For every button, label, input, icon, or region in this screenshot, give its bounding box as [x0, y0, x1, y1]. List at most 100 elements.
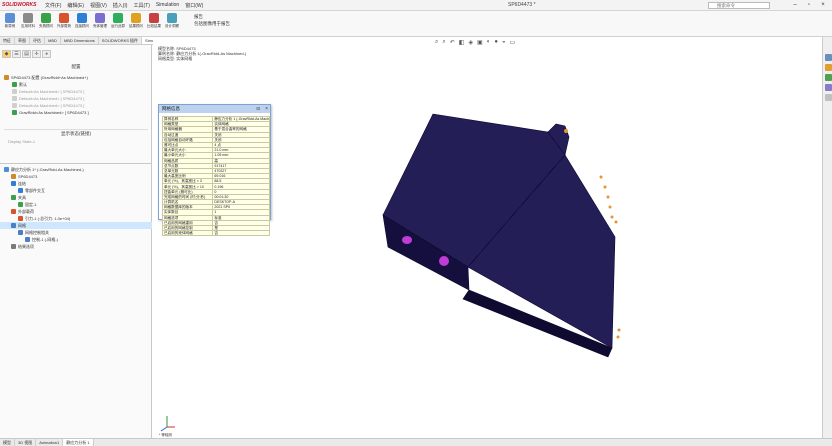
- study-tree-item[interactable]: 连结: [0, 180, 152, 187]
- fixture-icon: [41, 13, 51, 23]
- menu-window[interactable]: 窗口(W): [185, 2, 203, 9]
- title-bar: SOLIDWORKS 文件(F) 编辑(E) 视图(V) 插入(I) 工具(T)…: [0, 0, 832, 11]
- study-root[interactable]: 静应力分析 1* (-GravRidd-As Machined-): [0, 166, 152, 173]
- tab-mbd-dimensions[interactable]: MBD Dimensions: [61, 37, 99, 44]
- menu-insert[interactable]: 插入(I): [113, 2, 128, 9]
- report-button[interactable]: 报告: [194, 13, 230, 20]
- bottom-tab-model[interactable]: 模型: [0, 439, 15, 446]
- display-state-item[interactable]: Display State-1: [8, 139, 35, 144]
- run-study-button[interactable]: 运行此算例: [111, 13, 125, 35]
- close-icon[interactable]: ×: [265, 105, 268, 113]
- pin-icon[interactable]: ⊡: [256, 105, 260, 113]
- bottom-tab-study[interactable]: 静应力分析 1: [63, 439, 94, 446]
- configuration-icon: [12, 82, 17, 87]
- search-input[interactable]: 搜索命令: [708, 2, 770, 9]
- study-tree-item[interactable]: 控制-1 (-网格-): [0, 236, 152, 243]
- dialog-title-bar[interactable]: 网格信息 ⊡ ×: [159, 105, 270, 113]
- display-manager-tab[interactable]: ◕: [42, 50, 51, 58]
- config-label: GravRidd<As Machined> [ SP6D4473 ]: [19, 110, 89, 115]
- connections-button[interactable]: 连接顾问: [75, 13, 89, 35]
- config-item[interactable]: Default<As Machined> [ SP6D4473 ]: [0, 102, 152, 109]
- property-manager-tab[interactable]: ☰: [12, 50, 21, 58]
- study-tree-item[interactable]: 网格: [0, 222, 152, 229]
- results-advisor-button[interactable]: 结果顾问: [129, 13, 143, 35]
- resources-icon[interactable]: [825, 64, 832, 71]
- study-tree-label: 网格: [18, 223, 26, 228]
- minimize-button[interactable]: –: [790, 1, 800, 10]
- tab-features[interactable]: 特征: [0, 37, 15, 44]
- config-item[interactable]: GravRidd<As Machined> [ SP6D4473 ]: [0, 109, 152, 116]
- tab-evaluate[interactable]: 评估: [30, 37, 45, 44]
- task-pane: [822, 37, 832, 438]
- command-manager: 新算例 应用材料 夹具顾问 外部载荷 连接顾问 壳体管理 运行此算例 结果顾问 …: [0, 11, 832, 37]
- left-panel: ◆ ☰ ▤ ✛ ◕ 配置 SP6D4473 配置 (GravRidd+As Ma…: [0, 45, 152, 438]
- configuration-tree: SP6D4473 配置 (GravRidd+As Machined+) 默认 De…: [0, 74, 152, 116]
- menu-tools[interactable]: 工具(T): [133, 2, 149, 9]
- mesh-info-row: 已启用的壳体网格否: [161, 230, 270, 237]
- run-icon: [113, 13, 123, 23]
- view-palette-icon[interactable]: [825, 94, 832, 101]
- mesh-info-key: 完成网格的时间 (时;分;秒): [161, 193, 214, 201]
- menu-view[interactable]: 视图(V): [90, 2, 107, 9]
- bottom-tab-animation[interactable]: Animation1: [36, 439, 64, 446]
- study-tree-item[interactable]: 结果选项: [0, 243, 152, 250]
- include-image-button[interactable]: 包括图像用于报告: [194, 20, 230, 27]
- shell-manager-button[interactable]: 壳体管理: [93, 13, 107, 35]
- menu-file[interactable]: 文件(F): [45, 2, 61, 9]
- fixtures-button[interactable]: 夹具顾问: [39, 13, 53, 35]
- menu-simulation[interactable]: Simulation: [156, 2, 179, 9]
- fixture-icon: [18, 202, 23, 207]
- mesh-details-dialog[interactable]: 网格信息 ⊡ × 算例名称 静应力分析 1 (-GravRidd-As Machi…: [158, 104, 271, 237]
- config-label: 默认: [19, 82, 27, 87]
- study-list: SP6D4473 连结 零部件交互 夹具 固定-1 外部载荷 引力-1 (:总引力: 1.0…: [0, 173, 152, 250]
- new-study-button[interactable]: 新算例: [3, 13, 17, 35]
- file-explorer-icon[interactable]: [825, 84, 832, 91]
- tab-sketch[interactable]: 草图: [15, 37, 30, 44]
- insight-icon: [167, 13, 177, 23]
- study-icon: [5, 13, 15, 23]
- part-icon: [4, 75, 9, 80]
- feature-manager-tab[interactable]: ◆: [2, 50, 11, 58]
- config-item[interactable]: Default<As Machined> [ SP6D4473 ]: [0, 88, 152, 95]
- restore-button[interactable]: ▫: [804, 1, 814, 10]
- close-button[interactable]: ×: [818, 1, 828, 10]
- tab-mbd[interactable]: MBD: [45, 37, 61, 44]
- compare-icon: [149, 13, 159, 23]
- config-item[interactable]: Default<As Machined> [ SP6D4473 ]: [0, 95, 152, 102]
- study-tree-item[interactable]: 网格控制相关: [0, 229, 152, 236]
- apply-material-button[interactable]: 应用材料: [21, 13, 35, 35]
- config-item[interactable]: 默认: [0, 81, 152, 88]
- app-logo[interactable]: SOLIDWORKS: [2, 2, 36, 9]
- graphics-area[interactable]: 模型名称: SP6D4473 算例名称: 静应力分析 1(-GravRidd-A…: [153, 37, 822, 438]
- display-states-title: 显示状态(链接): [61, 131, 91, 136]
- home-icon[interactable]: [825, 54, 832, 61]
- load-icon: [11, 209, 16, 214]
- divider: [4, 129, 148, 130]
- study-tree-item[interactable]: 引力-1 (:总引力: 1.0e+04): [0, 215, 152, 222]
- study-tree-label: 夹具: [18, 195, 26, 200]
- tab-addins[interactable]: SOLIDWORKS 插件: [99, 37, 143, 44]
- study-tree-item[interactable]: 外部载荷: [0, 208, 152, 215]
- dimxpert-tab[interactable]: ✛: [32, 50, 41, 58]
- mesh-icon: [11, 223, 16, 228]
- study-tree-item[interactable]: 零部件交互: [0, 187, 152, 194]
- design-insight-button[interactable]: 设计洞察: [165, 13, 179, 35]
- mesh-info-key: 已启用的壳体网格: [161, 230, 214, 237]
- compare-results-button[interactable]: 比较结果: [147, 13, 161, 35]
- menu-edit[interactable]: 编辑(E): [67, 2, 84, 9]
- config-root[interactable]: SP6D4473 配置 (GravRidd+As Machined+): [0, 74, 152, 81]
- study-tree-label: SP6D4473: [18, 174, 38, 179]
- configurations-title: 配置: [71, 64, 81, 69]
- study-tree-item[interactable]: 夹具: [0, 194, 152, 201]
- study-tree-item[interactable]: 固定-1: [0, 201, 152, 208]
- design-library-icon[interactable]: [825, 74, 832, 81]
- meshed-part-model[interactable]: [153, 37, 822, 438]
- mesh-info-table: 算例名称 静应力分析 1 (-GravRidd-As Machi 网格类型 实体网格所…: [161, 115, 270, 237]
- report-group: 报告 包括图像用于报告: [194, 13, 230, 27]
- study-tree-item[interactable]: SP6D4473: [0, 173, 152, 180]
- external-loads-button[interactable]: 外部载荷: [57, 13, 71, 35]
- window-title: SP6D4473 *: [508, 2, 536, 8]
- bottom-tab-3d-views[interactable]: 3D 视图: [15, 439, 37, 446]
- bottom-tab-bar: 模型 3D 视图 Animation1 静应力分析 1: [0, 438, 832, 446]
- configuration-manager-tab[interactable]: ▤: [22, 50, 31, 58]
